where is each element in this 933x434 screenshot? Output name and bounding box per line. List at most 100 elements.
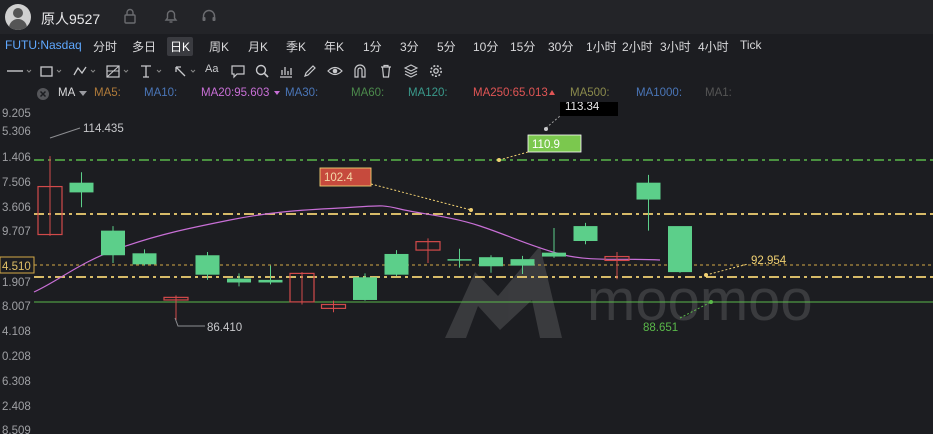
y-axis-label: 1.907 [2,277,31,289]
ma-item: MA250:65.013 [473,87,548,99]
high-leader-line [49,127,81,139]
trash-icon[interactable] [378,63,394,79]
tab-timeframe[interactable]: 1小时 [583,37,620,56]
close-icon[interactable] [36,87,50,101]
candle-up[interactable] [132,253,157,265]
tab-timeframe[interactable]: 2小时 [619,37,656,56]
gear-icon[interactable] [428,63,444,79]
y-axis-label: 2.408 [2,401,31,413]
tab-timeframe[interactable]: 30分 [545,37,576,56]
ma-item: MA120: [408,87,448,99]
top-anchor-dot [544,127,548,131]
right-price-anchor [704,273,708,277]
tab-timeframe[interactable]: 周K [206,37,232,56]
candle-up[interactable] [668,226,692,273]
y-axis-label: 9.205 [2,108,31,120]
ma-item: MA10: [144,87,178,99]
candle-up[interactable] [573,226,598,241]
eye-icon[interactable] [327,63,343,79]
tab-timeframe[interactable]: 1分 [360,37,385,56]
tab-timeframe[interactable]: 15分 [507,37,538,56]
low-price-label: 86.410 [207,322,242,334]
tab-timeframe[interactable]: 分时 [90,37,120,56]
candle-up[interactable] [384,253,409,275]
tab-timeframe[interactable]: Tick [737,37,765,53]
rectangle-tool-icon[interactable] [38,63,64,79]
tab-timeframe[interactable]: 季K [283,37,309,56]
vertical-line-tool-icon[interactable] [138,63,164,79]
tab-timeframe[interactable]: 10分 [470,37,501,56]
ma-item: MA1000: [636,87,683,99]
y-axis-label: 1.406 [2,152,31,164]
candlestick-chart[interactable]: moomoo 9.205 5.306 1.406 7.506 3.606 9.7… [0,102,933,434]
candle-up[interactable] [227,278,251,283]
tab-timeframe[interactable]: 5分 [434,37,459,56]
ma-item: MA20:95.603 [201,87,270,99]
candle-up[interactable] [542,252,566,257]
tab-timeframe[interactable]: 3小时 [657,37,694,56]
comment-icon[interactable] [230,63,246,79]
drawing-toolbar: Aa [0,60,450,82]
timeframe-bar: FUTU:Nasdaq 分时 多日 日K 周K 月K 季K 年K 1分 3分 5… [0,36,933,56]
y-axis-label: 6.308 [2,376,31,388]
y-axis-label: 4.108 [2,326,31,338]
y-axis-label: 3.606 [2,202,31,214]
username[interactable]: 原人9527 [41,9,100,29]
search-icon[interactable] [254,63,270,79]
ma-item: MA60: [351,87,385,99]
green-box-leader [498,151,529,161]
candle-up[interactable] [195,255,220,275]
right-price-label: 92.954 [751,255,787,267]
ma-indicator-bar: MA MA5: MA10: MA20:95.603 MA30: MA60: MA… [0,86,933,102]
ma-item: MA1: [705,87,732,99]
red-box-anchor [469,208,473,212]
magnet-icon[interactable] [352,63,368,79]
pencil-icon[interactable] [302,63,318,79]
caret-up-icon [549,90,555,95]
right-low-anchor [709,300,713,304]
y-axis-label: 7.506 [2,177,31,189]
arrow-tool-icon[interactable] [172,63,198,79]
lock-icon[interactable] [121,7,139,25]
current-price-label: 4.510 [2,261,31,273]
wave-tool-icon[interactable] [72,63,98,79]
candle-up[interactable] [353,277,377,300]
ma-label[interactable]: MA [58,87,75,99]
green-box-anchor [497,158,501,162]
y-axis-label: 9.707 [2,226,31,238]
top-leader-line [545,115,561,129]
y-axis-label: 8.509 [2,425,31,434]
fibonacci-tool-icon[interactable] [105,63,131,79]
y-axis-label: 5.306 [2,126,31,138]
chart-add-icon[interactable] [278,63,294,79]
headset-icon[interactable] [200,7,218,25]
candle-up[interactable] [258,279,283,283]
candle-up[interactable] [510,259,535,266]
candle-up[interactable] [101,230,125,256]
avatar[interactable] [5,4,31,30]
bell-icon[interactable] [162,7,180,25]
tab-timeframe[interactable]: 多日 [129,37,159,56]
tab-timeframe[interactable]: 年K [321,37,347,56]
candle-up[interactable] [69,182,94,193]
tab-timeframe[interactable]: 3分 [397,37,422,56]
right-low-label: 88.651 [643,322,678,334]
top-price-label: 113.34 [565,102,600,113]
tab-timeframe[interactable]: 月K [245,37,271,56]
candle-up[interactable] [479,257,503,267]
ma20-line [33,205,661,293]
caret-down-icon[interactable] [79,91,87,97]
text-tool[interactable]: Aa [205,63,218,75]
high-price-label: 114.435 [83,123,124,135]
layers-icon[interactable] [403,63,419,79]
low-leader-line [174,317,205,327]
tab-timeframe[interactable]: 4小时 [695,37,732,56]
line-tool-icon[interactable] [5,63,33,79]
candle-up[interactable] [447,259,472,261]
price-box-red-label: 102.4 [324,172,353,184]
candle-up[interactable] [636,182,661,200]
symbol-label[interactable]: FUTU:Nasdaq [5,38,82,52]
ma-item: MA500: [570,87,610,99]
tab-timeframe-active[interactable]: 日K [167,37,194,56]
price-box-green-label: 110.9 [532,139,560,151]
